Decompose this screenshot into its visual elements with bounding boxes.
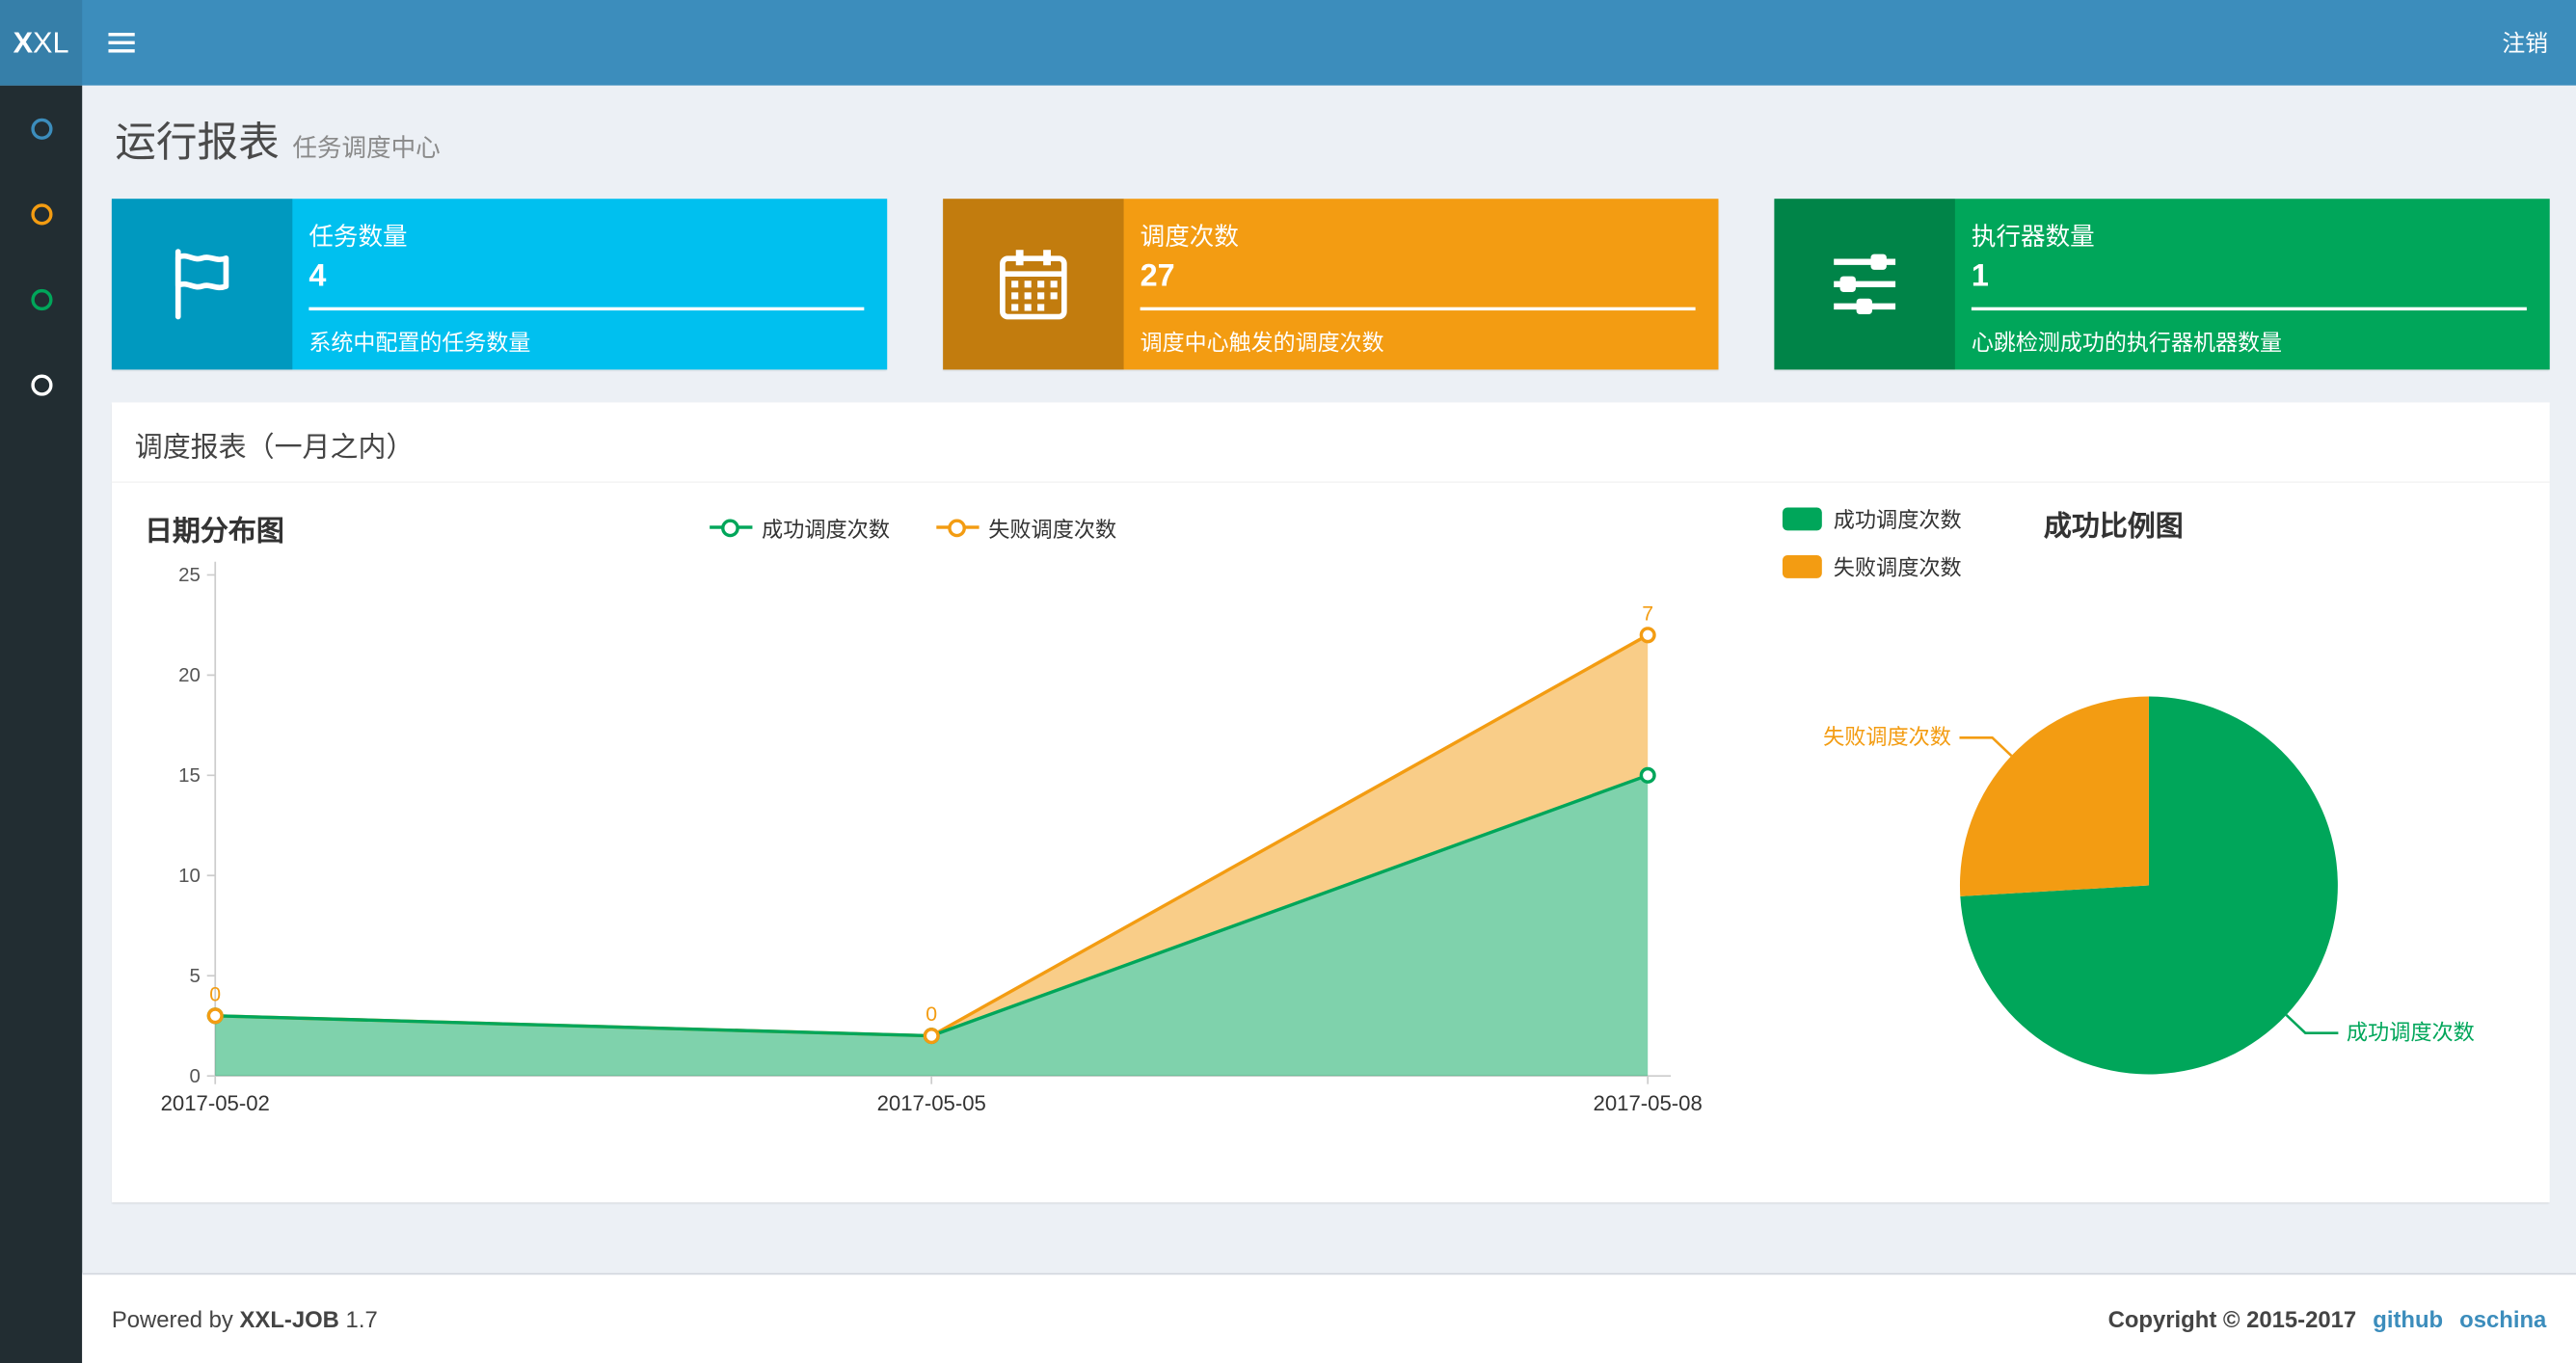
pie-chart-section: 成功调度次数 失败调度次数 成功比例图 成功调度次数 失败调度次数 xyxy=(1780,490,2543,1181)
data-point xyxy=(1639,766,1656,784)
legend-label: 成功调度次数 xyxy=(762,516,890,542)
info-box-content: 调度次数 27 调度中心触发的调度次数 xyxy=(1124,199,1719,369)
legend-item[interactable]: 失败调度次数 xyxy=(935,512,1117,543)
legend-label: 失败调度次数 xyxy=(1833,554,1962,580)
info-box-label: 调度次数 xyxy=(1140,223,1239,252)
info-box-description: 调度中心触发的调度次数 xyxy=(1140,330,1384,356)
flag-icon xyxy=(111,199,293,370)
sidebar xyxy=(0,85,83,1363)
info-box-executors: 执行器数量 1 心跳检测成功的执行器机器数量 xyxy=(1774,199,2550,370)
info-box-label: 执行器数量 xyxy=(1971,223,2095,252)
data-point xyxy=(206,1007,224,1025)
pie-chart-title: 成功比例图 xyxy=(2043,510,2184,543)
logo-bold: X xyxy=(13,25,34,59)
line-chart-svg: 05101520252017-05-02 2017-05-05 2017-05-08… xyxy=(161,561,1703,1115)
info-box-content: 执行器数量 1 心跳检测成功的执行器机器数量 xyxy=(1955,199,2550,369)
report-panel: 调度报表（一月之内） 日期分布图 成功调度次数 失败调度次数 0 5 10 15 20 25… xyxy=(111,402,2550,1203)
legend-item[interactable]: 失败调度次数 xyxy=(1782,550,1962,581)
divider xyxy=(1971,307,2527,311)
point-label: 0 xyxy=(209,982,221,1005)
panel-body: 日期分布图 成功调度次数 失败调度次数 0 5 10 15 20 25 2017-05-02 2… xyxy=(112,483,2550,1214)
top-navbar: X XL 注销 xyxy=(0,0,2576,86)
info-box-content: 任务数量 4 系统中配置的任务数量 xyxy=(292,199,887,369)
legend-swatch-icon xyxy=(1782,506,1822,530)
main-content: 运行报表 任务调度中心 任务数量 4 系统中配置的任务数量 调度次数 27 调度… xyxy=(82,85,2576,1273)
line-chart-legend: 成功调度次数 失败调度次数 xyxy=(709,512,1117,543)
pie-label-line xyxy=(2285,1014,2339,1034)
divider xyxy=(1140,307,1696,311)
oschina-link[interactable]: oschina xyxy=(2459,1306,2546,1332)
version-number: 1.7 xyxy=(345,1305,378,1333)
info-box-value: 27 xyxy=(1140,259,1175,295)
circle-icon xyxy=(30,288,52,310)
circle-icon xyxy=(30,373,52,395)
line-chart-header: 日期分布图 成功调度次数 失败调度次数 xyxy=(145,499,1780,555)
svg-text:25: 25 xyxy=(178,564,201,586)
page-subtitle: 任务调度中心 xyxy=(292,134,441,163)
sidebar-item-3[interactable] xyxy=(0,256,82,342)
page-header: 运行报表 任务调度中心 xyxy=(82,86,2576,170)
footer-right: Copyright © 2015-2017 github oschina xyxy=(2108,1306,2547,1332)
svg-text:10: 10 xyxy=(178,865,201,887)
github-link[interactable]: github xyxy=(2373,1306,2443,1332)
copyright-text: Copyright © 2015-2017 xyxy=(2107,1305,2357,1333)
legend-line-icon xyxy=(935,518,979,537)
svg-text:2017-05-05: 2017-05-05 xyxy=(877,1091,986,1115)
point-label: 7 xyxy=(1642,601,1653,625)
app-logo[interactable]: X XL xyxy=(0,0,83,86)
info-box-description: 系统中配置的任务数量 xyxy=(309,330,531,356)
sidebar-item-4[interactable] xyxy=(0,341,82,427)
page-title: 运行报表 任务调度中心 xyxy=(115,120,441,167)
data-point xyxy=(1639,627,1656,644)
point-label: 0 xyxy=(926,1002,937,1026)
pie-slice-label: 失败调度次数 xyxy=(1823,725,1951,749)
info-box-label: 任务数量 xyxy=(309,223,408,252)
data-point xyxy=(923,1028,940,1045)
svg-text:2017-05-02: 2017-05-02 xyxy=(161,1091,270,1115)
hamburger-icon xyxy=(108,33,135,53)
circle-icon xyxy=(30,202,52,225)
legend-label: 失败调度次数 xyxy=(988,516,1117,542)
pie-slice-label: 成功调度次数 xyxy=(2347,1021,2475,1045)
pie-chart-legend: 成功调度次数 失败调度次数 xyxy=(1782,502,1962,581)
pie-chart-header: 成功调度次数 失败调度次数 成功比例图 xyxy=(1782,502,2543,581)
footer: Powered by XXL-JOB 1.7 Copyright © 2015-… xyxy=(82,1272,2576,1363)
line-chart-section: 日期分布图 成功调度次数 失败调度次数 0 5 10 15 20 25 2017-05-02 2… xyxy=(145,490,1780,1181)
info-box-value: 4 xyxy=(309,259,327,295)
powered-by: Powered by XXL-JOB 1.7 xyxy=(111,1305,378,1333)
svg-text:20: 20 xyxy=(178,664,201,686)
product-name: XXL-JOB xyxy=(239,1305,339,1333)
pie-label-line xyxy=(1959,736,2013,757)
pie-slice xyxy=(1959,696,2149,896)
legend-item[interactable]: 成功调度次数 xyxy=(1782,502,1962,533)
svg-text:5: 5 xyxy=(190,965,201,987)
line-chart-title: 日期分布图 xyxy=(144,515,284,547)
info-box-triggers: 调度次数 27 调度中心触发的调度次数 xyxy=(943,199,1719,370)
logo-rest: XL xyxy=(33,25,69,59)
panel-title: 调度报表（一月之内） xyxy=(111,402,2550,483)
pie-chart-svg: 成功调度次数 失败调度次数 xyxy=(1823,696,2475,1075)
svg-text:2017-05-08: 2017-05-08 xyxy=(1594,1091,1703,1115)
app-window: X XL 注销 运行报表 任务调度中心 任务数量 4 系统中配置的任务数量 调度… xyxy=(0,0,2576,1363)
info-box-jobs: 任务数量 4 系统中配置的任务数量 xyxy=(111,199,888,370)
info-box-row: 任务数量 4 系统中配置的任务数量 调度次数 27 调度中心触发的调度次数 执行… xyxy=(82,170,2576,370)
info-box-value: 1 xyxy=(1971,259,1989,295)
circle-icon xyxy=(30,117,52,139)
sidebar-item-1[interactable] xyxy=(0,86,82,172)
info-box-description: 心跳检测成功的执行器机器数量 xyxy=(1971,330,2282,356)
legend-item[interactable]: 成功调度次数 xyxy=(709,512,890,543)
svg-text:0: 0 xyxy=(190,1065,201,1087)
legend-line-icon xyxy=(709,518,752,537)
svg-text:15: 15 xyxy=(178,764,201,787)
legend-label: 成功调度次数 xyxy=(1833,507,1962,533)
divider xyxy=(309,307,865,311)
sidebar-toggle-button[interactable] xyxy=(82,0,161,86)
calendar-icon xyxy=(943,199,1124,370)
sliders-icon xyxy=(1774,199,1955,370)
sidebar-item-2[interactable] xyxy=(0,171,82,256)
legend-swatch-icon xyxy=(1782,554,1822,577)
logout-button[interactable]: 注销 xyxy=(2474,0,2576,86)
